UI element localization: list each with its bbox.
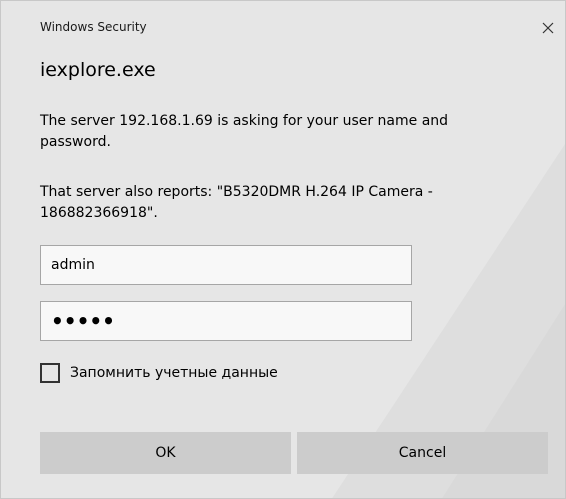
username-field[interactable]: [40, 245, 412, 285]
checkbox-box[interactable]: [40, 363, 60, 383]
cancel-button[interactable]: Cancel: [297, 432, 548, 474]
close-icon: [542, 22, 554, 34]
windows-security-dialog: Windows Security iexplore.exe The server…: [0, 0, 566, 499]
server-request-message: The server 192.168.1.69 is asking for yo…: [40, 113, 449, 150]
app-name: iexplore.exe: [40, 59, 156, 81]
server-reports-message: That server also reports: "B5320DMR H.26…: [40, 184, 433, 221]
remember-credentials-label: Запомнить учетные данные: [70, 365, 278, 381]
title-bar: Windows Security: [1, 1, 565, 41]
ok-button[interactable]: OK: [40, 432, 291, 474]
close-button[interactable]: [537, 17, 559, 39]
remember-credentials-checkbox[interactable]: Запомнить учетные данные: [40, 363, 278, 383]
password-field[interactable]: [40, 301, 412, 341]
window-title: Windows Security: [40, 20, 147, 34]
